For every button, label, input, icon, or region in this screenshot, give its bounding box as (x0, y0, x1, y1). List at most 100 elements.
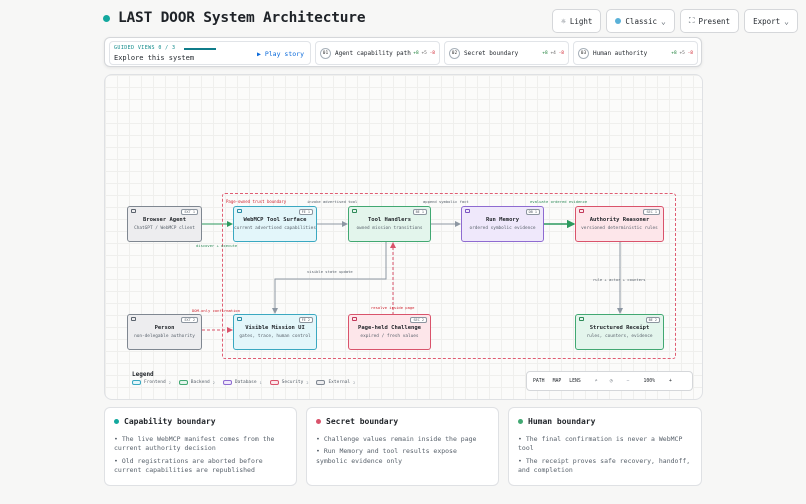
node-badge: SEC 1 (643, 209, 660, 215)
style-select[interactable]: Classic ⌄ (606, 9, 675, 33)
legend-item-backend[interactable]: Backend 2 (178, 380, 215, 385)
trust-boundary-label: Page-owned trust boundary (226, 199, 287, 204)
card-bullet: • Old registrations are aborted before c… (114, 456, 263, 475)
node-title: Person (154, 325, 175, 331)
export-button[interactable]: Export ⌄ (744, 9, 798, 33)
card-dot (114, 419, 119, 424)
node-title: Visible Mission UI (245, 325, 305, 331)
edge-label-confirm: DOM-only confirmation (192, 308, 241, 313)
node-subtitle: non-delegable authority (134, 334, 195, 339)
page-title: LAST DOOR System Architecture (103, 10, 366, 26)
security-icon (352, 317, 357, 321)
node-subtitle: expired / fresh values (360, 334, 419, 339)
style-select-label: Classic (625, 16, 658, 26)
node-title: Run Memory (485, 217, 520, 223)
security-icon (579, 209, 584, 213)
node-title: Authority Reasoner (589, 217, 650, 223)
card-dot (316, 419, 321, 424)
legend-title: Legend (132, 371, 154, 378)
frontend-icon (237, 209, 242, 213)
canvas-controls: PATH MAP LENS ⌕ ◷ − 100% + (526, 371, 693, 391)
edge-label-visible-state: visible state update (307, 269, 353, 274)
legend-item-external[interactable]: External 2 (316, 380, 355, 385)
node-badge: FE 1 (298, 209, 313, 215)
node-title: Browser Agent (142, 217, 187, 223)
search-icon[interactable]: ⌕ (595, 379, 598, 384)
node-subtitle: owned mission transitions (356, 226, 423, 231)
edge-label-invoke: invoke advertised tool (307, 199, 358, 204)
guided-view-number: 01 (320, 47, 331, 59)
node-browser-agent[interactable]: EXT 1 Browser Agent ChatGPT / WebMCP cli… (127, 206, 202, 242)
page-title-text: LAST DOOR System Architecture (118, 10, 366, 26)
path-button[interactable]: PATH (533, 379, 545, 384)
node-run-memory[interactable]: DB 1 Run Memory ordered symbolic evidenc… (461, 206, 544, 242)
node-badge: EXT 2 (181, 317, 198, 323)
legend-count: 1 (259, 380, 262, 385)
node-subtitle: ChatGPT / WebMCP client (134, 226, 195, 231)
lens-button[interactable]: LENS (569, 379, 581, 384)
guided-progress-bar (184, 48, 216, 50)
node-person[interactable]: EXT 2 Person non-delegable authority (127, 314, 202, 350)
legend-swatch (316, 380, 326, 385)
card-bullet: • The live WebMCP manifest comes from th… (114, 435, 275, 453)
node-authority-reasoner[interactable]: SEC 1 Authority Reasoner versioned deter… (575, 206, 664, 242)
guided-views-bar: GUIDED VIEWS 0 / 3 Explore this system ▶… (104, 37, 702, 67)
node-page-held-challenge[interactable]: SEC 2 Page-held Challenge expired / fres… (348, 314, 431, 350)
play-story-button[interactable]: ▶ Play story (257, 50, 304, 58)
legend-item-database[interactable]: Database 1 (222, 380, 262, 385)
edge-label-evaluate: evaluate ordered evidence (530, 199, 588, 204)
guided-view-delta: +8 +4 -8 (542, 50, 564, 56)
legend: Frontend 2 Backend 2 Database 1 Security… (132, 380, 355, 385)
card-dot (518, 419, 523, 424)
zoom-in-button[interactable]: + (669, 379, 672, 384)
external-icon (131, 209, 136, 213)
card-bullet: • The receipt proves safe recovery, hand… (518, 456, 691, 475)
node-subtitle: gates, trace, human control (239, 334, 311, 339)
map-button[interactable]: MAP (553, 379, 562, 384)
external-icon (131, 317, 136, 321)
guided-view-delta: +8 +5 -8 (413, 50, 435, 56)
fit-icon[interactable]: ◷ (610, 379, 613, 384)
edge-label-discover: discover + execute (196, 243, 238, 248)
status-dot (103, 14, 110, 22)
guided-views-subtitle: Explore this system (114, 54, 195, 62)
legend-label: Backend (190, 380, 210, 385)
present-button-label: Present (698, 16, 731, 26)
legend-label: Frontend (144, 380, 166, 385)
guided-view-label: Human authority (593, 49, 648, 57)
legend-item-frontend[interactable]: Frontend 2 (132, 380, 171, 385)
node-tool-handlers[interactable]: BE 1 Tool Handlers owned mission transit… (348, 206, 431, 242)
guided-views-summary: GUIDED VIEWS 0 / 3 Explore this system ▶… (109, 41, 311, 65)
present-button[interactable]: ⛶ Present (679, 9, 740, 33)
legend-item-security[interactable]: Security 2 (269, 380, 308, 385)
node-structured-receipt[interactable]: BE 2 Structured Receipt rules, counters,… (575, 314, 664, 350)
edge-label-rule: rule + actor + counters (593, 277, 646, 282)
zoom-level: 100% (643, 378, 656, 384)
theme-button[interactable]: ☼ Light (552, 9, 602, 33)
capability-boundary-card: Capability boundary • The live WebMCP ma… (104, 407, 297, 486)
backend-icon (579, 317, 584, 321)
edge-label-append: append symbolic fact (423, 199, 469, 204)
header-toolbar: ☼ Light Classic ⌄ ⛶ Present Export ⌄ (552, 9, 798, 33)
node-subtitle: versioned deterministic rules (581, 226, 658, 231)
chevron-down-icon: ⌄ (661, 16, 666, 26)
guided-view-2[interactable]: 02 Secret boundary +8 +4 -8 (444, 41, 569, 65)
node-visible-mission-ui[interactable]: FE 2 Visible Mission UI gates, trace, hu… (233, 314, 317, 350)
node-title: Page-held Challenge (358, 325, 421, 331)
legend-label: External (328, 380, 351, 385)
node-webmcp-tool-surface[interactable]: FE 1 WebMCP Tool Surface current adverti… (233, 206, 317, 242)
diagram-canvas[interactable]: Page-owned trust boundary discover + exe… (104, 74, 703, 400)
database-icon (465, 209, 470, 213)
node-badge: BE 2 (645, 317, 660, 323)
guided-views-kicker: GUIDED VIEWS 0 / 3 (114, 45, 176, 51)
node-badge: FE 2 (298, 317, 313, 323)
node-subtitle: current advertised capabilities (234, 226, 316, 231)
guided-view-3[interactable]: 03 Human authority +8 +5 -8 (573, 41, 698, 65)
human-boundary-card: Human boundary • The final confirmation … (508, 407, 702, 486)
legend-count: 2 (212, 380, 215, 385)
node-title: Structured Receipt (589, 325, 650, 331)
card-bullet: • Challenge values remain inside the pag… (316, 435, 477, 443)
guided-view-1[interactable]: 01 Agent capability path +8 +5 -8 (315, 41, 440, 65)
guided-view-delta: +8 +5 -8 (671, 50, 693, 56)
zoom-out-button[interactable]: − (627, 379, 630, 384)
